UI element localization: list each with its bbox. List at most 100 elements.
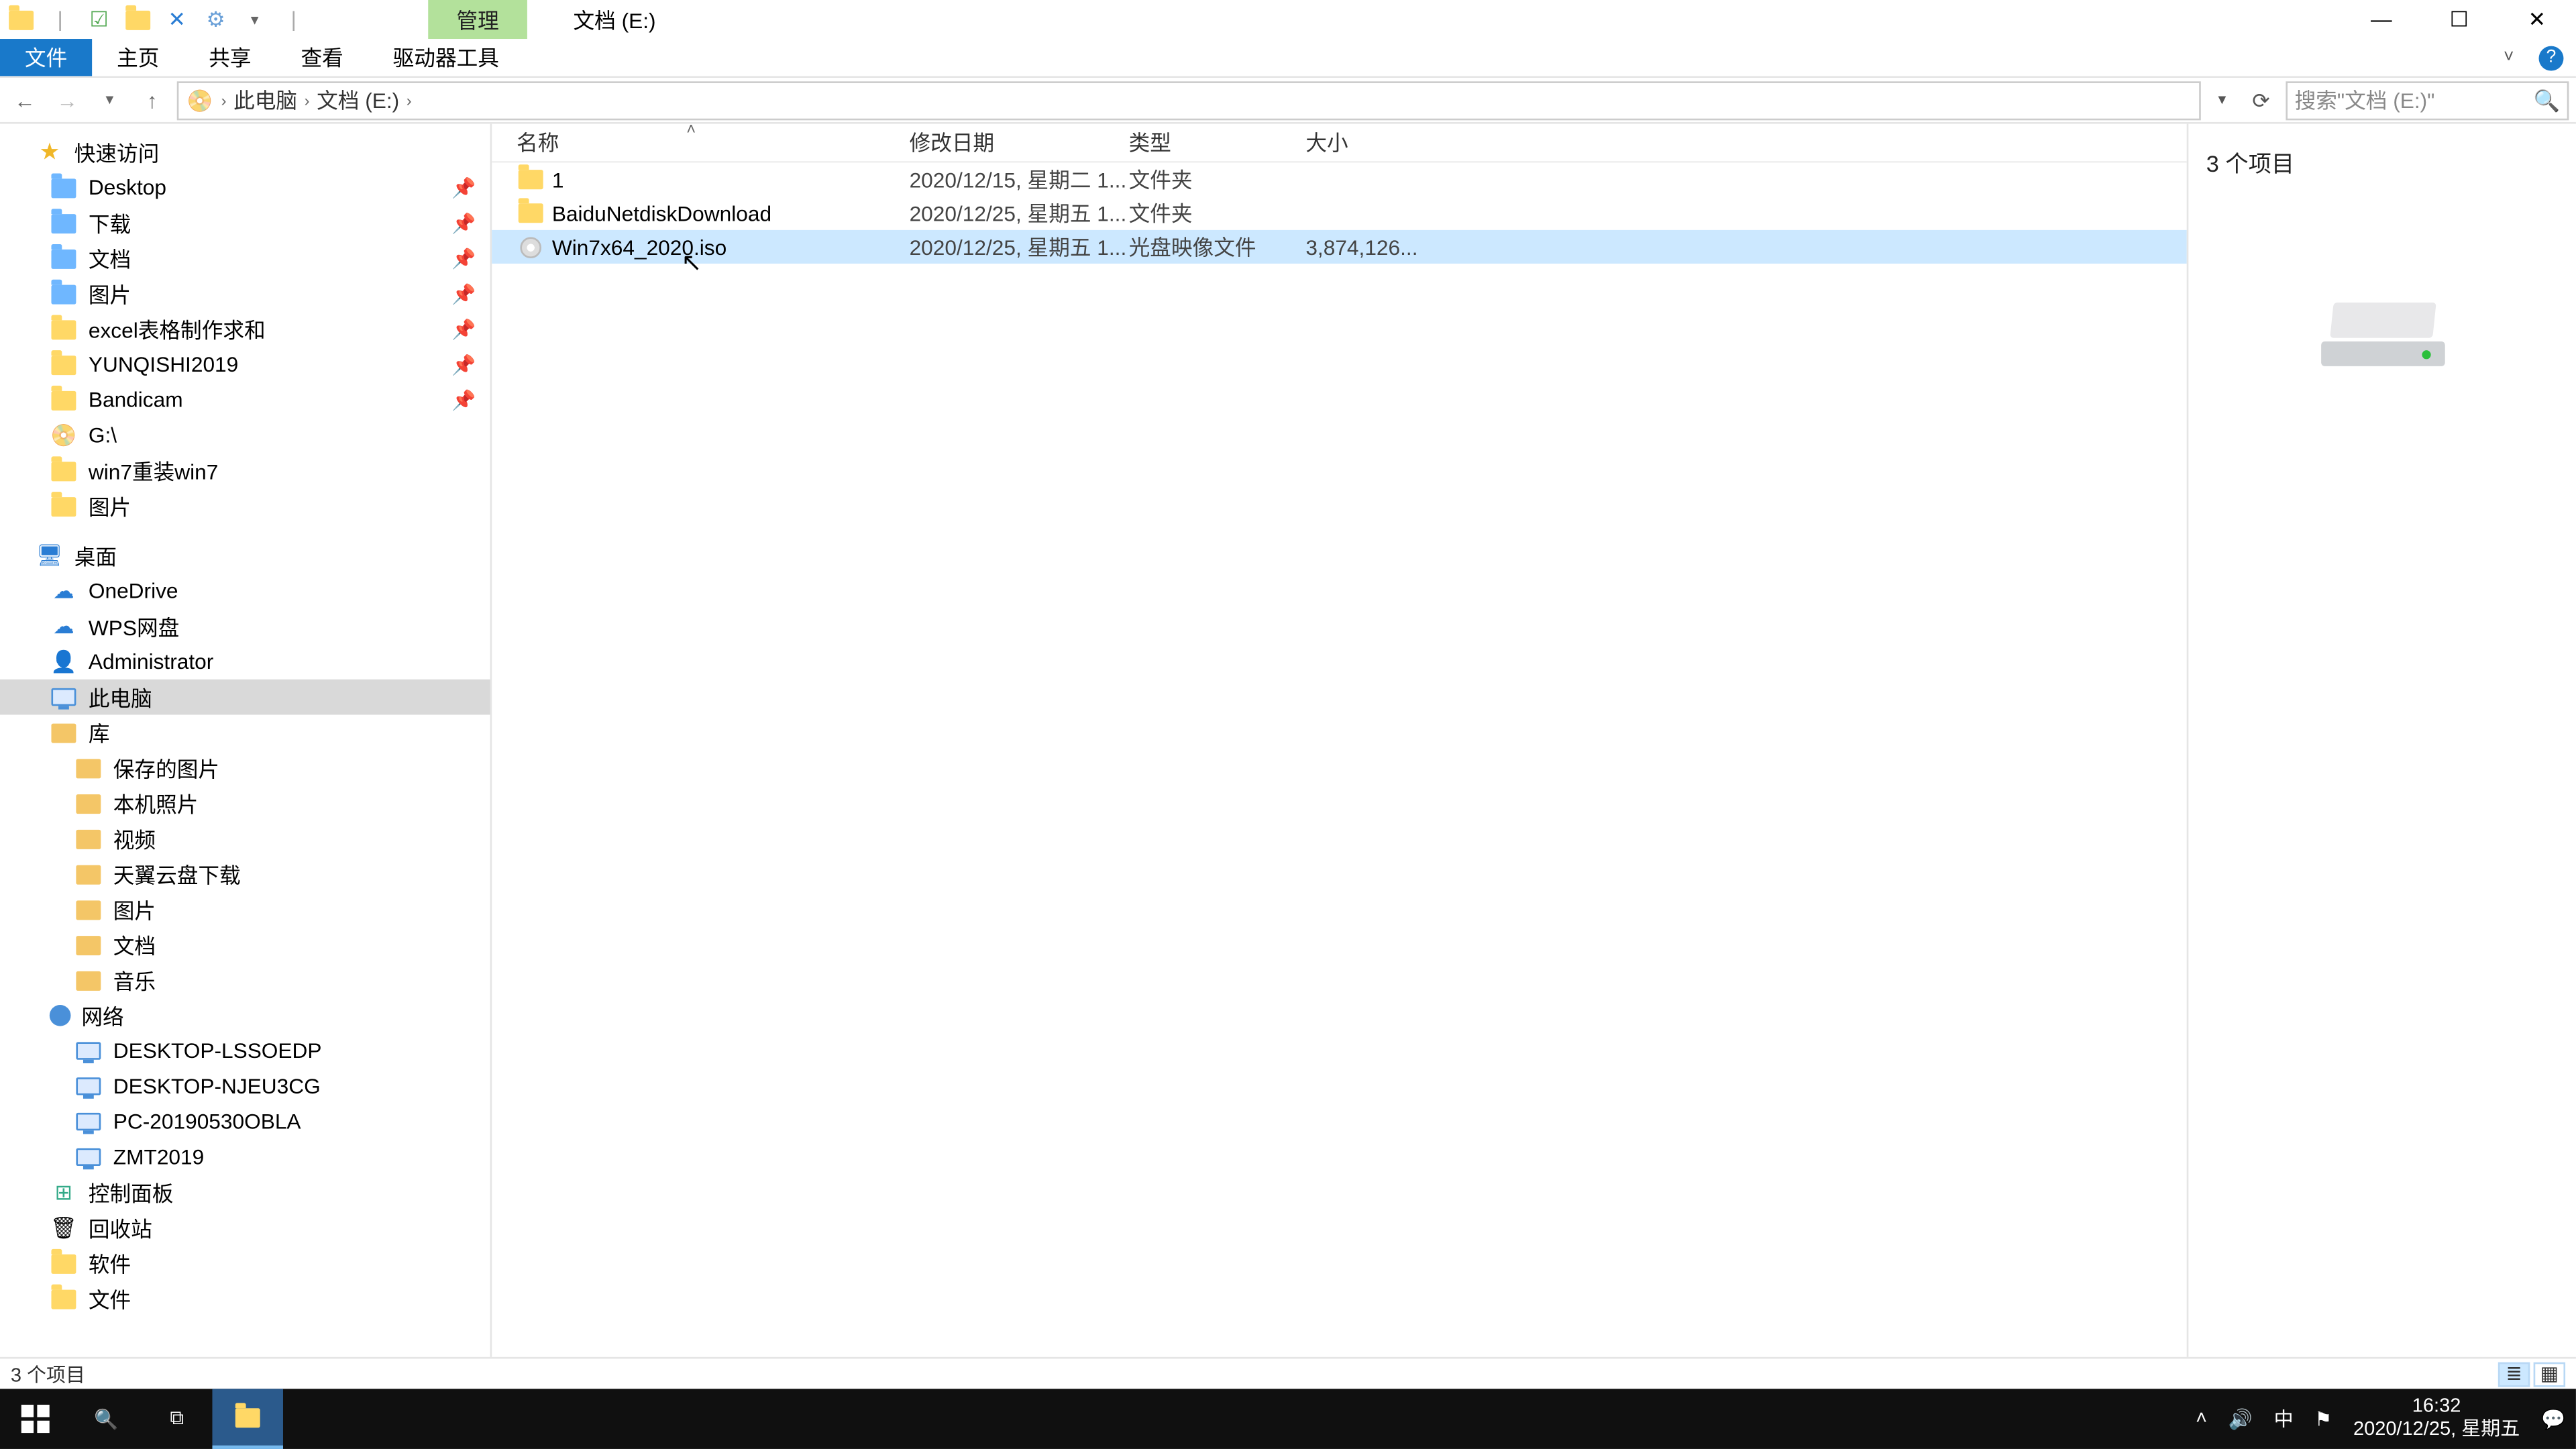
tab-drive-tools[interactable]: 驱动器工具 [368, 39, 524, 76]
tree-item-icon: ☁ [50, 577, 78, 605]
close-button[interactable]: ✕ [2498, 0, 2576, 39]
tree-quick-access[interactable]: ★快速访问 [0, 134, 490, 170]
tree-desktop-item[interactable]: ☁OneDrive [0, 573, 490, 608]
tree-control-panel[interactable]: ⊞控制面板 [0, 1175, 490, 1210]
tree-desktop-item[interactable]: 此电脑 [0, 680, 490, 715]
column-name[interactable]: 名称 [517, 127, 909, 158]
tab-file[interactable]: 文件 [0, 39, 92, 76]
system-tray[interactable]: ˄ 🔊 中 ⚑ 16:32 2020/12/25, 星期五 💬 [2196, 1396, 2576, 1442]
file-icon [517, 233, 545, 261]
tree-desktop-item[interactable]: 👤Administrator [0, 644, 490, 680]
tree-qa-item[interactable]: 📀G:\ [0, 417, 490, 453]
forward-button[interactable]: → [50, 83, 85, 118]
tree-library-item[interactable]: 保存的图片 [0, 750, 490, 786]
history-dropdown-icon[interactable]: ▾ [92, 83, 127, 118]
column-type[interactable]: 类型 [1129, 127, 1306, 158]
clock-time: 16:32 [2353, 1396, 2520, 1419]
tree-qa-item[interactable]: excel表格制作求和📌 [0, 311, 490, 347]
column-date[interactable]: 修改日期 [910, 127, 1129, 158]
tree-item-icon: ☁ [50, 612, 78, 641]
tab-home[interactable]: 主页 [92, 39, 184, 76]
tree-network-item[interactable]: PC-20190530OBLA [0, 1104, 490, 1140]
ime-indicator[interactable]: 中 [2274, 1405, 2294, 1433]
refresh-button[interactable]: ⟳ [2243, 88, 2279, 113]
taskbar-clock[interactable]: 16:32 2020/12/25, 星期五 [2353, 1396, 2520, 1442]
tree-qa-item[interactable]: 下载📌 [0, 205, 490, 241]
taskbar[interactable]: 🔍 ⧉ ˄ 🔊 中 ⚑ 16:32 2020/12/25, 星期五 💬 [0, 1389, 2576, 1449]
folder-icon [50, 209, 78, 237]
tree-software[interactable]: 软件 [0, 1246, 490, 1281]
tree-network-item[interactable]: DESKTOP-LSSOEDP [0, 1033, 490, 1069]
tray-overflow-icon[interactable]: ˄ [2196, 1408, 2207, 1430]
library-icon [74, 824, 103, 853]
volume-icon[interactable]: 🔊 [2229, 1407, 2253, 1430]
tree-qa-item[interactable]: 文档📌 [0, 241, 490, 276]
library-icon [74, 930, 103, 959]
tree-qa-item[interactable]: Bandicam📌 [0, 382, 490, 418]
tree-qa-item[interactable]: Desktop📌 [0, 170, 490, 205]
security-icon[interactable]: ⚑ [2314, 1407, 2332, 1430]
start-button[interactable] [0, 1389, 70, 1449]
tree-desktop-item[interactable]: ☁WPS网盘 [0, 608, 490, 644]
tree-desktop[interactable]: 🖥桌面 [0, 538, 490, 574]
tree-qa-item[interactable]: 图片 [0, 488, 490, 524]
tree-qa-item[interactable]: win7重装win7 [0, 453, 490, 488]
folder-icon[interactable] [124, 5, 152, 34]
file-row[interactable]: 12020/12/15, 星期二 1...文件夹 [492, 163, 2187, 197]
search-icon[interactable]: 🔍 [2534, 88, 2560, 113]
file-name: BaiduNetdiskDownload [552, 201, 910, 225]
tree-library-item[interactable]: 图片 [0, 892, 490, 927]
window-title: 文档 (E:) [545, 0, 684, 39]
tree-network[interactable]: 网络 [0, 998, 490, 1033]
column-headers[interactable]: ˄ 名称 修改日期 类型 大小 [492, 124, 2187, 163]
tree-library-item[interactable]: 天翼云盘下载 [0, 856, 490, 892]
checkbox-icon[interactable]: ☑ [85, 5, 113, 34]
up-button[interactable]: ↑ [134, 83, 170, 118]
file-row[interactable]: BaiduNetdiskDownload2020/12/25, 星期五 1...… [492, 197, 2187, 230]
maximize-button[interactable]: ☐ [2420, 0, 2498, 39]
breadcrumb-drive[interactable]: 文档 (E:) [317, 85, 399, 115]
tree-network-item[interactable]: DESKTOP-NJEU3CG [0, 1069, 490, 1104]
file-rows[interactable]: 12020/12/15, 星期二 1...文件夹BaiduNetdiskDown… [492, 163, 2187, 1389]
explorer-taskbar-button[interactable] [212, 1389, 282, 1449]
file-row[interactable]: Win7x64_2020.iso2020/12/25, 星期五 1...光盘映像… [492, 230, 2187, 264]
folder-icon [50, 173, 78, 201]
search-button[interactable]: 🔍 [70, 1389, 141, 1449]
tree-qa-item[interactable]: 图片📌 [0, 276, 490, 311]
tree-documents[interactable]: 文件 [0, 1281, 490, 1316]
navigation-tree[interactable]: ★快速访问 Desktop📌下载📌文档📌图片📌excel表格制作求和📌YUNQI… [0, 124, 492, 1389]
tree-network-item[interactable]: ZMT2019 [0, 1139, 490, 1175]
gear-icon[interactable]: ⚙ [202, 5, 230, 34]
tree-recycle-bin[interactable]: 🗑回收站 [0, 1210, 490, 1246]
tree-library-item[interactable]: 本机照片 [0, 786, 490, 821]
help-icon[interactable]: ? [2537, 44, 2565, 72]
task-view-button[interactable]: ⧉ [142, 1389, 212, 1449]
file-date: 2020/12/15, 星期二 1... [910, 164, 1129, 195]
column-size[interactable]: 大小 [1305, 127, 1415, 158]
tree-qa-item[interactable]: YUNQISHI2019📌 [0, 347, 490, 382]
library-icon [74, 966, 103, 994]
back-button[interactable]: ← [7, 83, 43, 118]
recycle-icon: 🗑 [50, 1214, 78, 1242]
search-input[interactable]: 搜索"文档 (E:)" 🔍 [2286, 80, 2569, 119]
folder-icon: 📀 [50, 421, 78, 449]
contextual-tab-manage[interactable]: 管理 [428, 0, 527, 39]
breadcrumb-pc[interactable]: 此电脑 [233, 85, 297, 115]
address-dropdown-icon[interactable]: ▾ [2208, 91, 2236, 110]
search-placeholder: 搜索"文档 (E:)" [2295, 85, 2435, 115]
tab-view[interactable]: 查看 [276, 39, 368, 76]
view-details-button[interactable]: ≣ [2498, 1361, 2530, 1386]
address-bar[interactable]: 📀 › 此电脑 › 文档 (E:) › [177, 80, 2201, 119]
notifications-icon[interactable]: 💬 [2541, 1407, 2565, 1430]
ribbon-collapse-icon[interactable]: ˅ [2495, 44, 2523, 72]
qat-dropdown-icon[interactable]: ▾ [241, 5, 269, 34]
minimize-button[interactable]: — [2343, 0, 2420, 39]
tab-share[interactable]: 共享 [184, 39, 276, 76]
tree-library-item[interactable]: 文档 [0, 927, 490, 963]
qat-separator: | [46, 5, 74, 34]
tree-desktop-item[interactable]: 库 [0, 714, 490, 750]
tree-library-item[interactable]: 音乐 [0, 963, 490, 998]
tree-library-item[interactable]: 视频 [0, 821, 490, 857]
view-icons-button[interactable]: ▦ [2534, 1361, 2565, 1386]
close-icon[interactable]: ✕ [163, 5, 191, 34]
